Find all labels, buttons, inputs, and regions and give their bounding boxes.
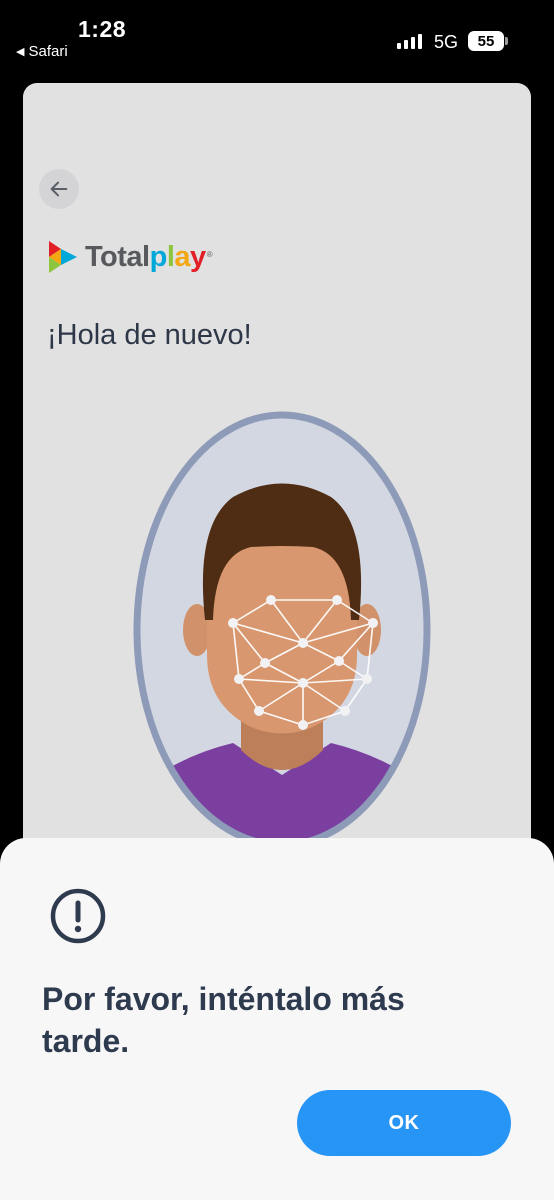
status-time: 1:28 — [78, 16, 127, 42]
battery-icon: 55 — [468, 31, 504, 51]
network-type: 5G — [434, 32, 459, 52]
battery-level: 55 — [477, 32, 495, 50]
registered-mark: ® — [206, 249, 213, 259]
web-content-card: Totalplay ® ¡Hola de nuevo! — [23, 83, 531, 883]
greeting-heading: ¡Hola de nuevo! — [47, 319, 252, 351]
logo-text-total: Total — [85, 240, 150, 273]
error-bottom-sheet: Por favor, inténtalo más tarde. OK — [0, 838, 554, 1200]
ok-button[interactable]: OK — [297, 1090, 511, 1156]
back-triangle-icon: ◀ — [16, 46, 25, 58]
dialog-message: Por favor, inténtalo más tarde. — [42, 981, 405, 1059]
back-button[interactable] — [39, 169, 79, 209]
back-app-label: Safari — [28, 43, 68, 60]
battery-tip-icon — [505, 37, 508, 45]
back-to-safari-link[interactable]: ◀ Safari — [16, 43, 68, 60]
totalplay-logo: Totalplay ® — [47, 239, 213, 275]
logo-wordmark: Totalplay — [85, 241, 206, 274]
arrow-left-icon — [50, 181, 68, 197]
logo-letter-a: a — [174, 240, 191, 273]
logo-letter-y: y — [190, 240, 206, 273]
logo-letter-p: p — [149, 240, 168, 273]
exclamation-circle-icon — [50, 888, 106, 944]
face-scan-illustration — [133, 411, 431, 845]
status-bar: 1:28 ◀ Safari 5G 55 — [0, 0, 554, 70]
totalplay-logo-icon — [49, 241, 77, 273]
cellular-signal-icon — [397, 34, 422, 49]
